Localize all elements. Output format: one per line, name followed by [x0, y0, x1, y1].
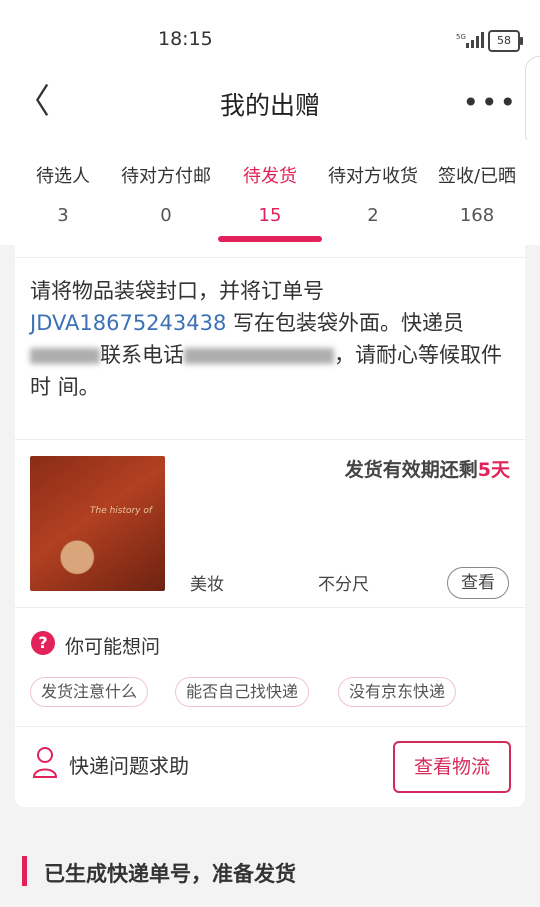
tab-pending-receive[interactable]: 待对方收货 2 [318, 162, 428, 226]
tab-pending-ship[interactable]: 待发货 15 [215, 162, 325, 226]
active-tab-indicator [218, 236, 322, 242]
divider [15, 257, 525, 258]
tab-count: 2 [367, 205, 379, 226]
shipping-instructions: 请将物品装袋封口，并将订单号 JDVA18675243438 写在包装袋外面。快… [30, 275, 510, 403]
tab-count: 3 [57, 205, 69, 226]
divider [15, 607, 525, 608]
section-accent-bar [22, 856, 27, 886]
tab-label: 待对方收货 [328, 166, 418, 187]
tab-label: 待对方付邮 [121, 166, 211, 187]
faq-chip-shipping-notes[interactable]: 发货注意什么 [30, 677, 149, 707]
section-title: 已生成快递单号，准备发货 [44, 862, 296, 886]
signal-icon: 5G [456, 32, 484, 48]
faq-chip-own-courier[interactable]: 能否自己找快递 [175, 677, 310, 707]
tab-label: 签收/已晒 [437, 166, 517, 187]
tab-count: 168 [459, 205, 495, 226]
faq-chip-no-jd-express[interactable]: 没有京东快递 [338, 677, 457, 707]
instruction-text: 写在包装袋外面。快递员 [226, 311, 465, 335]
more-icon[interactable]: ••• [462, 86, 518, 119]
product-image[interactable]: The history of [30, 456, 165, 591]
item-size: 不分尺 [318, 575, 369, 595]
person-icon [32, 747, 58, 778]
view-logistics-button[interactable]: 查看物流 [393, 741, 511, 793]
deadline-value: 5天 [477, 459, 510, 481]
page-title: 我的出赠 [219, 91, 320, 120]
item-category: 美妆 [190, 575, 224, 595]
question-icon: ? [31, 631, 55, 655]
nav-bar: 〈 我的出赠 ••• [0, 80, 540, 140]
tab-signed[interactable]: 签收/已晒 168 [422, 162, 532, 226]
battery-icon: 58 [488, 30, 523, 52]
svg-text:5G: 5G [456, 33, 466, 41]
order-number[interactable]: JDVA18675243438 [30, 311, 226, 335]
status-bar: 18:15 5G 58 [0, 0, 540, 80]
deadline-label: 发货有效期还剩 [344, 459, 478, 481]
tab-pending-select[interactable]: 待选人 3 [8, 162, 118, 226]
tab-label: 待发货 [243, 166, 297, 187]
tab-count: 0 [160, 205, 172, 226]
instruction-text: 联系电话 [100, 343, 184, 367]
redacted-block [30, 348, 100, 364]
faq-title: 你可能想问 [65, 636, 161, 658]
instruction-text: 间。 [57, 375, 100, 399]
courier-help[interactable]: 快递问题求助 [69, 750, 189, 779]
side-drawer-handle[interactable] [525, 56, 540, 148]
view-item-button[interactable]: 查看 [447, 567, 509, 599]
ship-deadline: 发货有效期还剩5天 [345, 455, 510, 482]
divider [15, 726, 525, 727]
product-image-lettering: The history of [90, 506, 153, 516]
divider [15, 439, 525, 440]
instruction-text: 请将物品装袋封口，并将订单号 [30, 279, 324, 303]
status-time: 18:15 [158, 28, 213, 50]
tab-pending-postage[interactable]: 待对方付邮 0 [111, 162, 221, 226]
tab-label: 待选人 [36, 166, 90, 187]
tab-count: 15 [258, 205, 282, 226]
order-card: 请将物品装袋封口，并将订单号 JDVA18675243438 写在包装袋外面。快… [15, 245, 525, 807]
status-tabs: 待选人 3 待对方付邮 0 待发货 15 待对方收货 2 签收/已晒 168 [0, 140, 540, 245]
redacted-block [184, 348, 334, 364]
